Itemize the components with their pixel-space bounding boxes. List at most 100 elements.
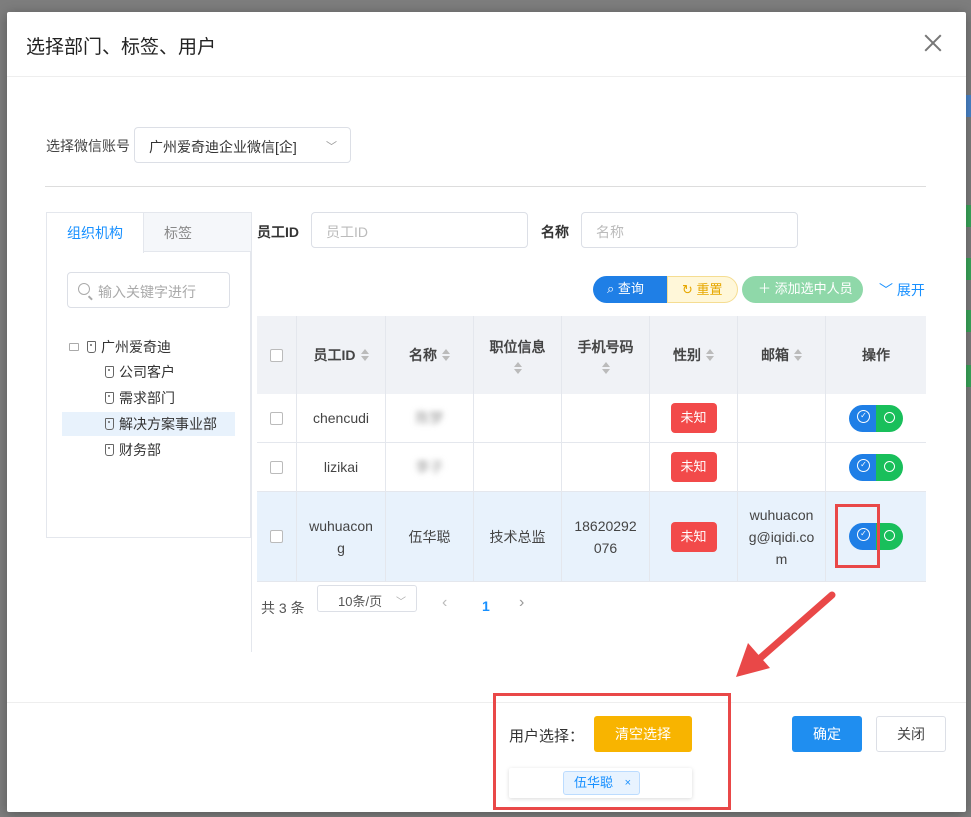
page-size-value: 10条/页: [338, 594, 383, 609]
add-selected-button[interactable]: ＋ 添加选中人员: [742, 276, 863, 303]
tree-node-label: 财务部: [119, 442, 161, 458]
search-icon: [78, 283, 90, 295]
chevron-down-icon: ﹀: [879, 282, 897, 298]
action-buttons: [849, 453, 903, 481]
tree-node-label: 解决方案事业部: [119, 416, 217, 432]
confirm-button[interactable]: 确定: [792, 716, 862, 752]
tree-tabs: 组织机构 标签: [47, 213, 251, 253]
select-user-button[interactable]: [849, 453, 876, 481]
row-checkbox-cell: [257, 443, 297, 491]
table-header: 员工ID 名称 职位信息 手机号码 性别 邮箱 操作: [257, 316, 926, 394]
table-row: lizikai 李子 未知: [257, 443, 926, 492]
cell-id: chencudi: [297, 394, 386, 442]
cell-phone: [562, 394, 650, 442]
cell-gender: 未知: [650, 492, 738, 581]
sort-icon[interactable]: [794, 349, 802, 361]
tree-node-label: 需求部门: [119, 390, 175, 406]
header-gender[interactable]: 性别: [650, 316, 738, 394]
expand-label: 展开: [896, 282, 925, 298]
prev-page-button[interactable]: ‹: [442, 594, 447, 612]
sort-icon[interactable]: [706, 349, 714, 361]
tree-node-child-selected[interactable]: 解决方案事业部: [62, 412, 235, 436]
view-user-button[interactable]: [876, 453, 903, 481]
sort-icon[interactable]: [513, 362, 522, 374]
chevron-down-icon: ﹀: [326, 141, 337, 153]
header-label: 性别: [673, 347, 701, 363]
dialog-header: 选择部门、标签、用户: [7, 12, 966, 77]
row-checkbox[interactable]: [270, 460, 283, 474]
cell-id: lizikai: [297, 443, 386, 491]
row-checkbox-cell: [257, 492, 297, 581]
cell-phone: [562, 443, 650, 491]
tree-node-child[interactable]: 财务部: [105, 438, 161, 462]
row-checkbox[interactable]: [270, 411, 283, 425]
tree-node-label: 广州爱奇迪: [101, 339, 171, 355]
dialog-title: 选择部门、标签、用户: [26, 37, 217, 58]
tree-search-placeholder: 输入关键字进行: [98, 284, 196, 300]
header-label: 手机号码: [577, 339, 634, 355]
tree-node-child[interactable]: 需求部门: [105, 386, 175, 410]
page-size-select[interactable]: 10条/页 ﹀: [317, 585, 417, 612]
row-checkbox[interactable]: [270, 530, 283, 543]
header-name[interactable]: 名称: [386, 316, 474, 394]
tag-icon: [105, 418, 114, 430]
divider: [45, 186, 926, 187]
sort-icon[interactable]: [360, 349, 369, 361]
chevron-down-icon: ﹀: [396, 597, 406, 608]
header-id[interactable]: 员工ID: [297, 316, 386, 394]
cell-email: [738, 394, 826, 442]
page-number[interactable]: 1: [482, 598, 490, 614]
annotation-highlight-box: [493, 693, 731, 810]
header-label: 名称: [409, 347, 437, 363]
close-icon[interactable]: [922, 32, 944, 54]
header-label: 操作: [862, 347, 890, 363]
account-select[interactable]: 广州爱奇迪企业微信[企] ﹀: [134, 127, 351, 163]
add-label: 添加选中人员: [774, 281, 853, 296]
header-email[interactable]: 邮箱: [738, 316, 826, 394]
cell-position: [474, 394, 562, 442]
gender-badge: 未知: [670, 403, 717, 433]
sort-icon[interactable]: [442, 349, 450, 361]
filter-id-input[interactable]: 员工ID: [311, 212, 528, 248]
close-button[interactable]: 关闭: [876, 716, 946, 752]
select-dialog: 选择部门、标签、用户 选择微信账号 广州爱奇迪企业微信[企] ﹀ 组织机构 标签…: [7, 12, 966, 812]
tree-search-input[interactable]: 输入关键字进行: [67, 272, 230, 308]
query-button[interactable]: ⌕ 查询: [593, 276, 667, 303]
tag-icon: [105, 366, 114, 378]
refresh-icon: ↻: [682, 282, 697, 297]
tab-org[interactable]: 组织机构: [47, 213, 144, 253]
header-position[interactable]: 职位信息: [474, 316, 562, 394]
cell-id: wuhuacong: [297, 492, 386, 581]
next-page-button[interactable]: ›: [519, 594, 524, 612]
table-row: chencudi 陈梦 未知: [257, 394, 926, 443]
reset-button[interactable]: ↻ 重置: [667, 276, 738, 303]
cell-gender: 未知: [650, 394, 738, 442]
cell-position: [474, 443, 562, 491]
account-select-value: 广州爱奇迪企业微信[企]: [149, 139, 297, 155]
cell-email: wuhuacong@iqidi.com: [738, 492, 826, 581]
filter-name-label: 名称: [541, 224, 569, 240]
header-phone[interactable]: 手机号码: [562, 316, 650, 394]
cell-name: 陈梦: [386, 394, 474, 442]
gender-badge: 未知: [670, 452, 717, 482]
pager-total: 共 3 条: [261, 600, 305, 616]
tree-node-child[interactable]: 公司客户: [105, 360, 175, 384]
filter-name-input[interactable]: 名称: [581, 212, 798, 248]
plus-icon: ＋: [758, 281, 775, 296]
view-user-button[interactable]: [876, 523, 903, 550]
expand-button[interactable]: ﹀ 展开: [879, 280, 925, 300]
cell-gender: 未知: [650, 443, 738, 491]
account-label: 选择微信账号: [46, 138, 130, 154]
view-user-button[interactable]: [876, 404, 903, 432]
select-all-checkbox[interactable]: [270, 348, 283, 362]
tree-node-root[interactable]: 广州爱奇迪: [69, 335, 171, 359]
select-user-button[interactable]: [849, 404, 876, 432]
tab-tags[interactable]: 标签: [144, 213, 212, 252]
cell-name-text: 李子: [415, 459, 444, 475]
table-row-selected: wuhuacong 伍华聪 技术总监 18620292076 未知 wuhuac…: [257, 492, 926, 582]
tree-panel: 组织机构 标签 输入关键字进行 广州爱奇迪 公司客户 需求部门 解决方案事业部 …: [46, 212, 251, 538]
cell-actions: [826, 443, 926, 491]
collapse-icon[interactable]: [69, 343, 79, 351]
sort-icon[interactable]: [601, 362, 610, 374]
cell-email: [738, 443, 826, 491]
